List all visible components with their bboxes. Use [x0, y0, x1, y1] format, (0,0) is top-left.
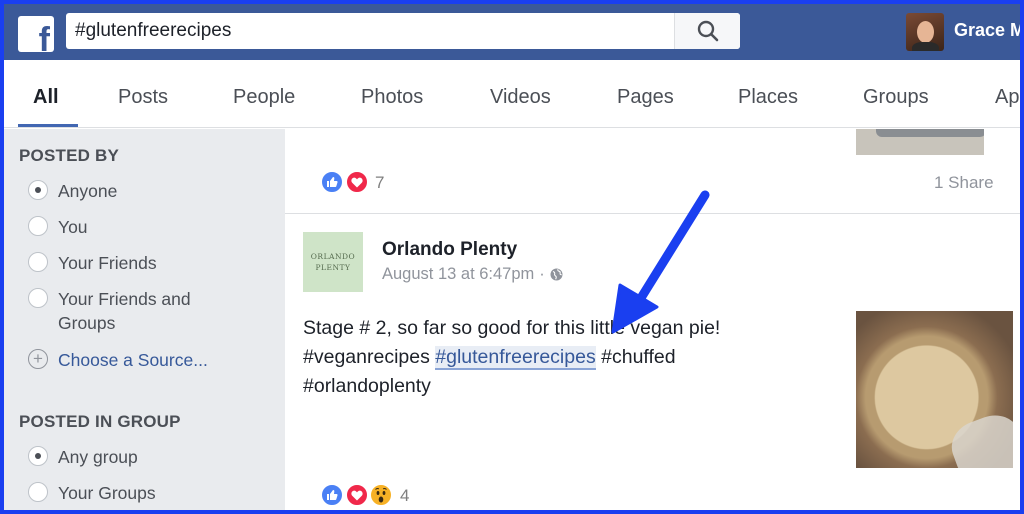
post-text: Stage # 2, so far so good for this littl… — [303, 314, 823, 401]
search-results-feed: 7 1 Share ORLANDO PLENTY Orlando Plenty … — [285, 129, 1020, 510]
highlighted-hashtag-link[interactable]: #glutenfreerecipes — [435, 346, 596, 370]
radio-icon[interactable] — [28, 252, 48, 272]
option-label: Your Friends and Groups — [58, 289, 191, 333]
choose-source-label[interactable]: Choose a Source... — [58, 348, 208, 372]
facebook-logo-icon[interactable]: f — [18, 16, 54, 52]
choose-source-link[interactable]: + Choose a Source... — [28, 348, 208, 372]
user-avatar[interactable] — [906, 13, 944, 51]
search-button[interactable] — [674, 13, 740, 49]
posted-in-group-heading: POSTED IN GROUP — [19, 412, 181, 431]
tab-groups[interactable]: Groups — [863, 86, 929, 109]
love-reaction-icon[interactable] — [345, 483, 369, 507]
search-icon — [697, 20, 718, 42]
posted-by-anyone-option[interactable]: Anyone — [28, 179, 238, 203]
active-tab-indicator — [18, 124, 78, 127]
option-label: Anyone — [58, 181, 118, 201]
radio-selected-icon[interactable] — [28, 446, 48, 466]
top-bar: f Grace M — [4, 4, 1020, 60]
wow-reaction-icon[interactable] — [369, 483, 393, 507]
option-label: Your Friends — [58, 253, 157, 273]
user-name-link[interactable]: Grace M — [954, 20, 1020, 41]
like-reaction-icon[interactable] — [320, 483, 344, 507]
post-meta: August 13 at 6:47pm · — [382, 265, 563, 284]
tab-posts[interactable]: Posts — [118, 86, 168, 109]
hashtag-link[interactable]: #chuffed — [601, 346, 675, 368]
group-any-option[interactable]: Any group — [28, 445, 238, 469]
tab-people[interactable]: People — [233, 86, 295, 109]
radio-icon[interactable] — [28, 482, 48, 502]
hashtag-link[interactable]: #veganrecipes — [303, 346, 430, 368]
tab-places[interactable]: Places — [738, 86, 798, 109]
posted-by-you-option[interactable]: You — [28, 215, 238, 239]
globe-icon — [550, 268, 563, 281]
page-avatar[interactable]: ORLANDO PLENTY — [303, 232, 363, 292]
radio-selected-icon[interactable] — [28, 180, 48, 200]
filter-sidebar: POSTED BY Anyone You Your Friends Your F… — [4, 129, 285, 510]
tab-apps[interactable]: Ap — [995, 86, 1019, 109]
radio-icon[interactable] — [28, 288, 48, 308]
option-label: Any group — [58, 447, 138, 467]
post-timestamp[interactable]: August 13 at 6:47pm — [382, 265, 534, 284]
share-count[interactable]: 1 Share — [934, 173, 994, 193]
search-bar — [66, 13, 740, 49]
avatar-text: ORLANDO — [310, 252, 356, 261]
hashtag-link[interactable]: #orlandoplenty — [303, 375, 431, 397]
reaction-count[interactable]: 4 — [400, 486, 409, 506]
tab-all[interactable]: All — [33, 86, 59, 109]
post-text-line: Stage # 2, so far so good for this littl… — [303, 317, 721, 339]
tab-videos[interactable]: Videos — [490, 86, 551, 109]
posted-by-heading: POSTED BY — [19, 146, 120, 165]
radio-icon[interactable] — [28, 216, 48, 236]
meta-separator: · — [539, 265, 545, 283]
group-yours-option[interactable]: Your Groups — [28, 481, 238, 505]
search-filter-tabs: All Posts People Photos Videos Pages Pla… — [4, 60, 1020, 128]
reaction-count[interactable]: 7 — [375, 173, 384, 193]
post-photo-pie-crust[interactable] — [856, 311, 1013, 468]
plus-circle-icon: + — [28, 349, 48, 369]
post-author[interactable]: Orlando Plenty — [382, 239, 517, 261]
posted-by-friends-option[interactable]: Your Friends — [28, 251, 238, 275]
tab-pages[interactable]: Pages — [617, 86, 674, 109]
search-input[interactable] — [66, 13, 678, 49]
like-reaction-icon[interactable] — [320, 170, 344, 194]
option-label: Your Groups — [58, 483, 156, 503]
option-label: You — [58, 217, 88, 237]
previous-post-photo[interactable] — [856, 129, 984, 155]
love-reaction-icon[interactable] — [345, 170, 369, 194]
post-divider — [285, 213, 1020, 214]
tab-photos[interactable]: Photos — [361, 86, 423, 109]
annotation-frame: f Grace M All Posts People Photos Videos… — [0, 0, 1024, 514]
avatar-text: PLENTY — [315, 263, 351, 272]
posted-by-friends-groups-option[interactable]: Your Friends and Groups — [28, 287, 238, 335]
